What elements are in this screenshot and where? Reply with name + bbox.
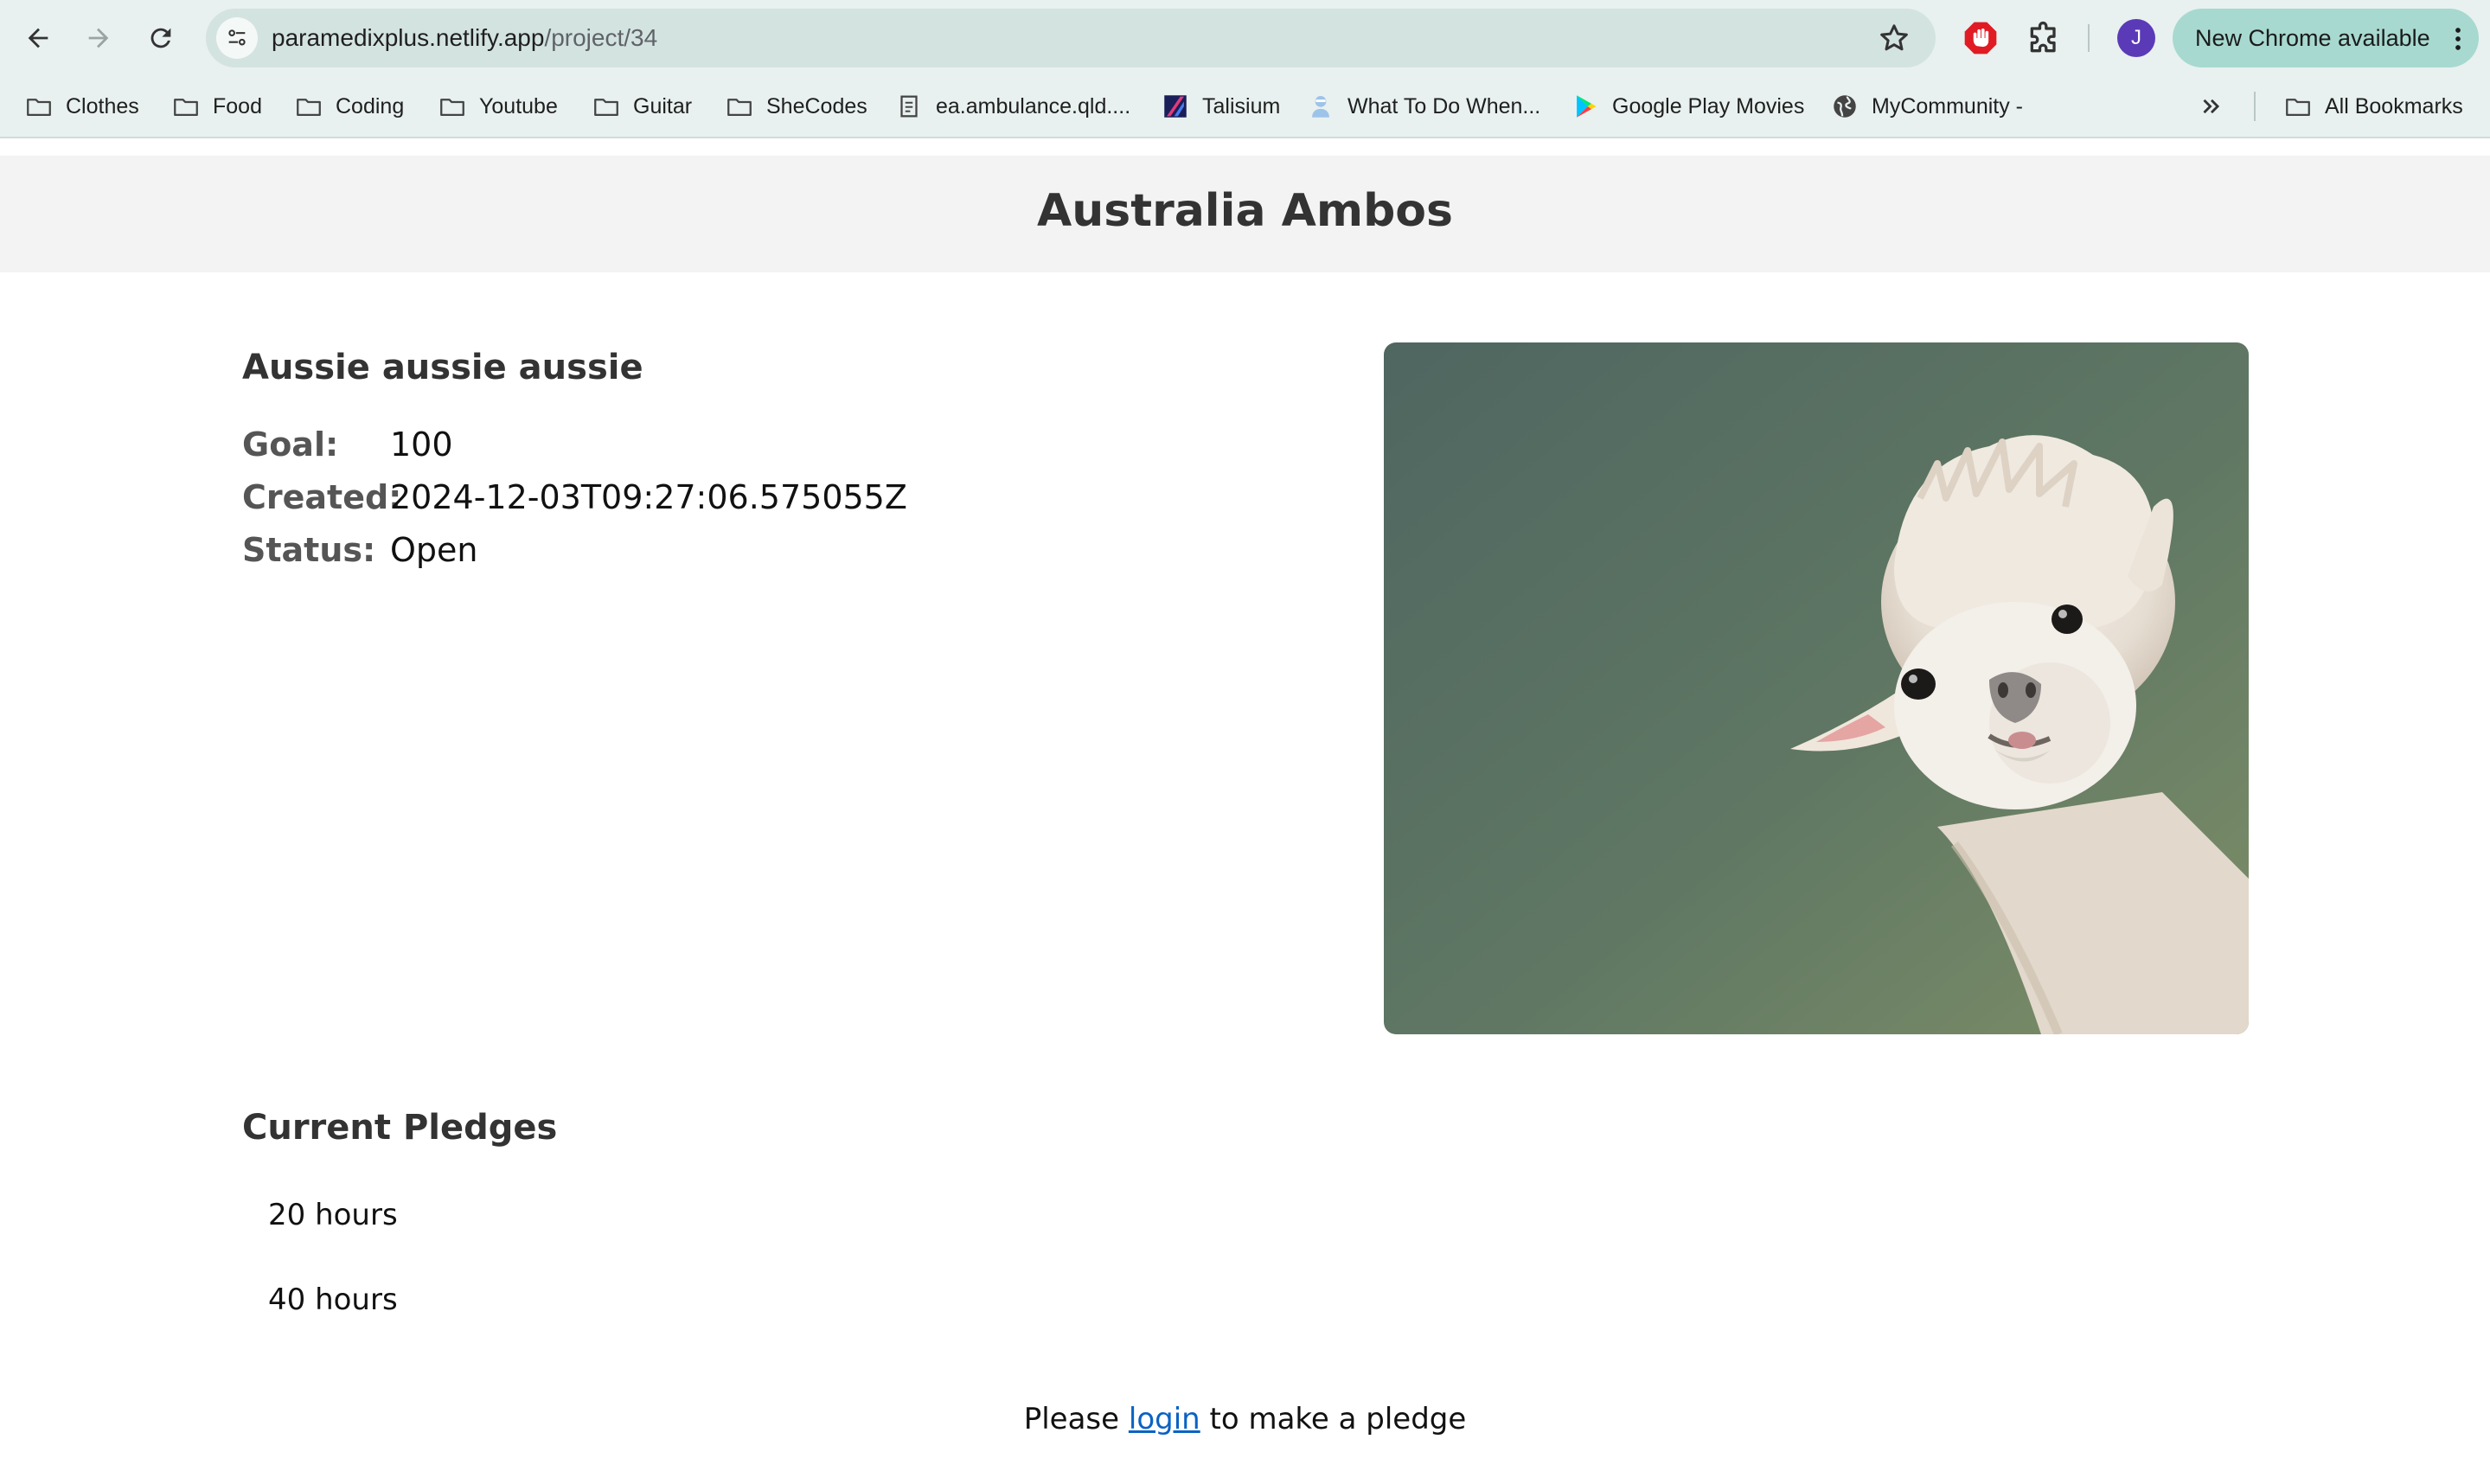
- forward-button[interactable]: [74, 14, 123, 62]
- bookmark-label: What To Do When...: [1347, 93, 1541, 118]
- bookmark-talisium[interactable]: Talisium: [1161, 76, 1280, 137]
- project-title: Aussie aussie aussie: [242, 348, 643, 387]
- bookmarks-overflow-button[interactable]: [2197, 76, 2238, 137]
- reload-icon: [150, 28, 171, 48]
- bookmark-youtube[interactable]: Youtube: [438, 76, 558, 137]
- url-path: /project/34: [544, 24, 658, 51]
- bookmarks-divider: [2254, 92, 2256, 121]
- address-bar[interactable]: paramedixplus.netlify.app/project/34: [206, 9, 1936, 67]
- bookmark-label: Talisium: [1202, 93, 1281, 118]
- bookmark-guitar[interactable]: Guitar: [592, 76, 692, 137]
- site-header: Australia Ambos: [0, 156, 2490, 272]
- project-image: [1384, 342, 2249, 1034]
- bookmark-google-play-movies[interactable]: Google Play Movies: [1571, 76, 1804, 137]
- bookmark-label: SheCodes: [766, 93, 867, 118]
- talisium-icon: [1164, 95, 1187, 118]
- folder-icon: [727, 99, 752, 117]
- arrow-right-icon: [88, 28, 109, 48]
- all-bookmarks-button[interactable]: All Bookmarks: [2283, 76, 2463, 137]
- bookmark-star-icon[interactable]: [1877, 21, 1911, 55]
- new-chrome-available-button[interactable]: New Chrome available: [2173, 9, 2479, 67]
- bookmark-label: ea.ambulance.qld....: [936, 93, 1131, 118]
- login-link[interactable]: login: [1129, 1402, 1200, 1436]
- toolbar-divider: [2088, 24, 2090, 52]
- folder-icon: [174, 99, 198, 117]
- bookmark-what-to-do-when[interactable]: What To Do When...: [1306, 76, 1540, 137]
- alpaca-photo: [1384, 342, 2249, 1034]
- login-prompt-after: to make a pledge: [1200, 1402, 1467, 1436]
- person-icon: [1312, 95, 1329, 118]
- reload-button[interactable]: [137, 14, 185, 62]
- bookmark-food[interactable]: Food: [171, 76, 262, 137]
- double-chevron-right-icon: [2203, 99, 2220, 114]
- url-host: paramedixplus.netlify.app: [272, 24, 545, 51]
- extensions-puzzle-icon[interactable]: [2026, 19, 2064, 57]
- bookmark-coding[interactable]: Coding: [294, 76, 404, 137]
- browser-toolbar: paramedixplus.netlify.app/project/34 J N…: [0, 0, 2490, 76]
- all-bookmarks-label: All Bookmarks: [2325, 93, 2463, 118]
- folder-icon: [440, 99, 464, 117]
- folder-icon: [594, 99, 618, 117]
- play-icon: [1577, 95, 1597, 118]
- url-text[interactable]: paramedixplus.netlify.app/project/34: [272, 9, 657, 67]
- pledges-title: Current Pledges: [242, 1108, 558, 1148]
- detail-value: 100: [390, 425, 453, 464]
- detail-value: 2024-12-03T09:27:06.575055Z: [390, 478, 907, 516]
- document-icon: [900, 95, 918, 118]
- detail-key: Created:: [242, 478, 402, 516]
- bookmarks-bar: Clothes Food Coding Youtube Guitar SheCo…: [0, 76, 2490, 138]
- arrow-left-icon: [28, 28, 48, 48]
- bookmark-label: Guitar: [633, 93, 693, 118]
- bookmark-ea-ambulance[interactable]: ea.ambulance.qld....: [894, 76, 1130, 137]
- bookmark-clothes[interactable]: Clothes: [24, 76, 139, 137]
- bookmark-shecodes[interactable]: SheCodes: [725, 76, 867, 137]
- bookmark-label: Youtube: [479, 93, 558, 118]
- detail-value: Open: [390, 531, 478, 569]
- detail-key: Goal:: [242, 425, 339, 464]
- globe-icon: [1834, 95, 1856, 118]
- bookmark-mycommunity[interactable]: MyCommunity -: [1830, 76, 2023, 137]
- update-label: New Chrome available: [2195, 25, 2430, 51]
- tune-icon: [228, 29, 246, 46]
- profile-avatar[interactable]: J: [2117, 19, 2155, 57]
- site-info-button[interactable]: [216, 17, 258, 59]
- pledge-item: 40 hours: [268, 1283, 398, 1317]
- bookmark-label: Food: [213, 93, 262, 118]
- pledge-item: 20 hours: [268, 1198, 398, 1232]
- back-button[interactable]: [14, 14, 62, 62]
- detail-key: Status:: [242, 531, 376, 569]
- folder-icon: [27, 99, 51, 117]
- folder-icon: [2286, 99, 2310, 117]
- bookmark-label: Google Play Movies: [1612, 93, 1805, 118]
- bookmark-label: Clothes: [66, 93, 139, 118]
- site-title: Australia Ambos: [1037, 185, 1453, 237]
- folder-icon: [297, 99, 321, 117]
- kebab-menu-icon: [2455, 28, 2461, 50]
- bookmark-label: Coding: [336, 93, 405, 118]
- login-prompt: Please login to make a pledge: [0, 1402, 2490, 1436]
- login-prompt-before: Please: [1023, 1402, 1129, 1436]
- adblock-extension-icon[interactable]: [1962, 19, 2000, 57]
- bookmark-label: MyCommunity -: [1872, 93, 2024, 118]
